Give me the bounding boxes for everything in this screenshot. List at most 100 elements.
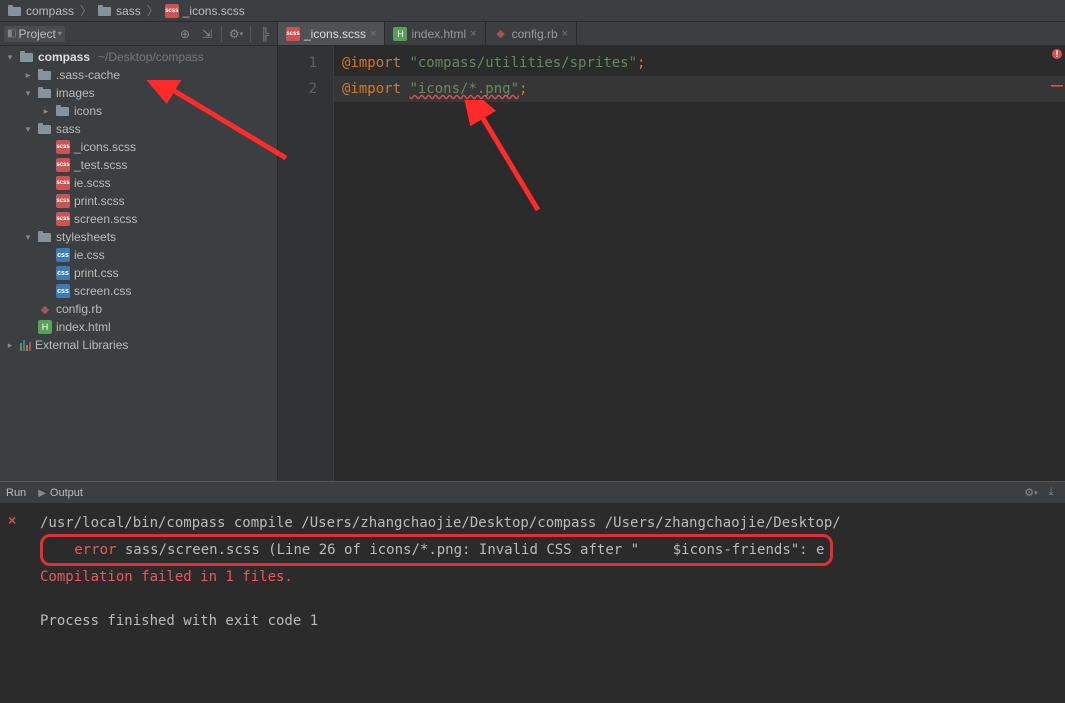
scss-icon [286,27,300,41]
tree-arrow-icon[interactable]: ▾ [22,87,34,99]
tree-arrow-icon[interactable] [40,285,52,297]
chevron-right-icon[interactable]: ▸ [4,339,16,351]
css-icon [56,266,70,280]
html-icon [393,27,407,41]
tree-arrow-icon[interactable] [40,249,52,261]
gear-icon[interactable]: ⚙▾ [228,26,244,42]
tree-label: sass [56,122,81,136]
editor-tab[interactable]: _icons.scss × [278,22,385,45]
tree-item[interactable]: _icons.scss [0,138,277,156]
tab-label: _icons.scss [304,27,366,41]
terminal-output[interactable]: /usr/local/bin/compass compile /Users/zh… [40,504,1065,703]
folder-icon [98,5,112,17]
tree-arrow-icon[interactable] [22,303,34,315]
tree-label: screen.scss [74,212,137,226]
divider [250,26,251,42]
tree-item[interactable]: ie.scss [0,174,277,192]
tab-label: index.html [411,27,466,41]
tree-item[interactable]: ▸ .sass-cache [0,66,277,84]
project-tree: ▾ compass ~/Desktop/compass ▸ .sass-cache… [0,46,277,481]
download-icon[interactable]: ⤓ [1043,485,1059,501]
output-tab[interactable]: Output [50,487,83,499]
tree-arrow-icon[interactable] [40,267,52,279]
error-highlight: error sass/screen.scss (Line 26 of icons… [40,534,833,566]
tree-arrow-icon[interactable]: ▾ [22,231,34,243]
tree-item[interactable]: _test.scss [0,156,277,174]
close-icon[interactable]: × [470,28,476,40]
tree-item[interactable]: ▾stylesheets [0,228,277,246]
tree-label: icons [74,104,102,118]
line-gutter: 12 [278,46,334,481]
tree-arrow-icon[interactable] [40,195,52,207]
tree-label: index.html [56,320,111,334]
divider [221,26,222,42]
editor-tab[interactable]: config.rb × [486,22,577,45]
folder-icon [38,123,52,135]
tree-item[interactable]: print.scss [0,192,277,210]
project-sidebar: ◧ Project ▾ ⊕ ⇲ ⚙▾ ╠ ▾ compass ~/Desktop… [0,22,278,481]
tree-arrow-icon[interactable] [22,321,34,333]
run-panel-header: Run Output ⚙▾ ⤓ [0,482,1065,504]
error-detail: sass/screen.scss (Line 26 of icons/*.png… [116,542,824,558]
semicolon: ; [519,81,527,97]
close-icon[interactable]: × [370,28,376,40]
chevron-down-icon[interactable]: ▾ [4,51,16,63]
scss-icon [56,194,70,208]
project-selector[interactable]: ◧ Project ▾ [4,26,65,42]
tab-label: config.rb [512,27,558,41]
editor-tabs: _icons.scss × index.html × config.rb × [278,22,1065,46]
editor-body[interactable]: 12 @import "compass/utilities/sprites";@… [278,46,1065,481]
breadcrumb-item[interactable]: _icons.scss [161,4,249,18]
tree-label: config.rb [56,302,102,316]
exit-code: Process finished with exit code 1 [40,613,318,629]
target-icon[interactable]: ⊕ [177,26,193,42]
gear-icon[interactable]: ⚙▾ [1023,485,1039,501]
string-literal: "icons/*.png" [409,81,519,97]
tree-item[interactable]: screen.css [0,282,277,300]
sidebar-header: ◧ Project ▾ ⊕ ⇲ ⚙▾ ╠ [0,22,277,46]
tree-arrow-icon[interactable]: ▾ [22,123,34,135]
tree-arrow-icon[interactable]: ▸ [22,69,34,81]
tree-arrow-icon[interactable] [40,159,52,171]
chevron-right-icon: 〉 [80,2,92,19]
tree-item[interactable]: ▾images [0,84,277,102]
tree-arrow-icon[interactable] [40,141,52,153]
svg-text:!: ! [1056,49,1059,59]
breadcrumb-item[interactable]: sass [94,4,145,18]
close-icon[interactable]: × [8,512,16,703]
semicolon: ; [637,55,645,71]
tree-item[interactable]: ▾ sass [0,120,277,138]
warning-marker[interactable]: — [1051,78,1063,92]
tree-arrow-icon[interactable] [40,213,52,225]
scss-icon [56,158,70,172]
tree-item[interactable]: screen.scss [0,210,277,228]
tree-item[interactable]: ie.css [0,246,277,264]
close-icon[interactable]: × [562,28,568,40]
tree-item[interactable]: index.html [0,318,277,336]
tree-arrow-icon[interactable] [40,177,52,189]
tree-label: _icons.scss [74,140,136,154]
hide-icon[interactable]: ╠ [257,26,273,42]
chevron-right-icon: 〉 [147,2,159,19]
tree-item[interactable]: ▸ icons [0,102,277,120]
external-libraries[interactable]: ▸ External Libraries [0,336,277,354]
play-icon [38,487,46,499]
code-line[interactable]: @import "compass/utilities/sprites"; [334,50,1065,76]
error-label: error [74,542,116,558]
tree-label: print.scss [74,194,125,208]
tree-arrow-icon[interactable]: ▸ [40,105,52,117]
tree-item[interactable]: config.rb [0,300,277,318]
editor-tab[interactable]: index.html × [385,22,485,45]
ruby-icon [38,302,52,316]
tree-item[interactable]: print.css [0,264,277,282]
run-tab[interactable]: Run [6,487,26,499]
code-line[interactable]: @import "icons/*.png"; [334,76,1065,102]
breadcrumb-item[interactable]: compass [4,4,78,18]
editor-area: _icons.scss × index.html × config.rb × 12 @im… [278,22,1065,481]
code-area[interactable]: @import "compass/utilities/sprites";@imp… [334,46,1065,481]
project-title: Project [18,27,55,41]
tree-label: .sass-cache [56,68,120,82]
tree-root[interactable]: ▾ compass ~/Desktop/compass [0,48,277,66]
error-marker[interactable]: ! [1051,48,1063,63]
collapse-all-icon[interactable]: ⇲ [199,26,215,42]
